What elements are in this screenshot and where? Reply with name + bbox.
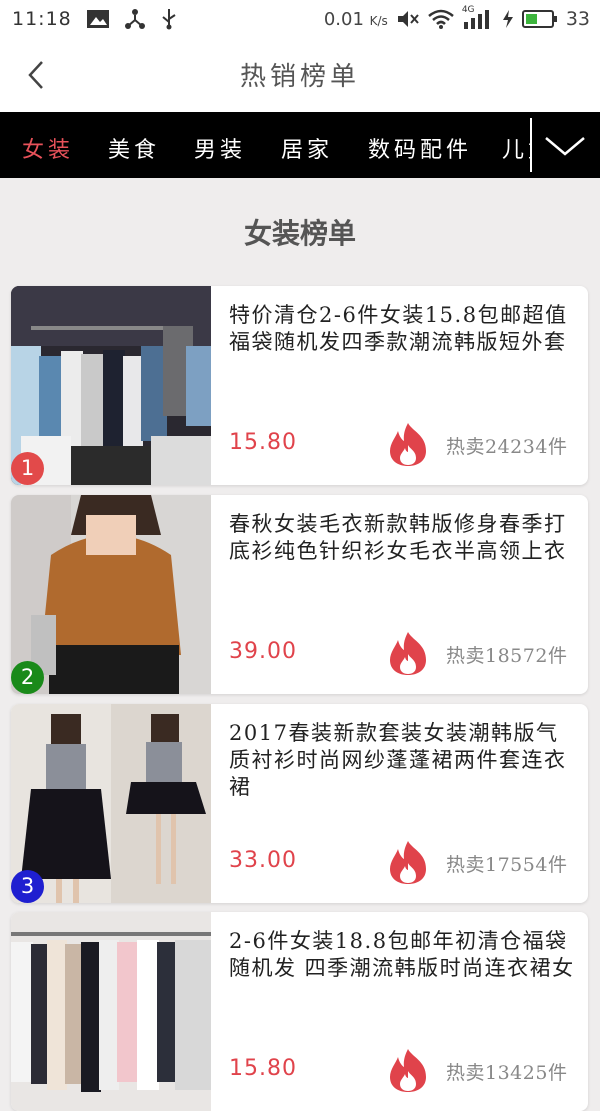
product-card[interactable]: 2-6件女装18.8包邮年初清仓福袋随机发 四季潮流韩版时尚连衣裙女 15.80… bbox=[11, 912, 588, 1111]
product-image: 1 bbox=[11, 286, 211, 485]
expand-tabs-button[interactable] bbox=[540, 126, 590, 166]
product-price: 39.00 bbox=[229, 639, 297, 664]
header: 热销榜单 bbox=[0, 38, 600, 112]
category-tab-bar: 女装 美食 男装 居家 数码配件 儿童 bbox=[0, 112, 600, 178]
product-title: 2017春装新款套装女装潮韩版气质衬衫时尚网纱蓬蓬裙两件套连衣裙 bbox=[229, 721, 567, 799]
fire-icon bbox=[390, 423, 426, 466]
product-card[interactable]: 3 2017春装新款套装女装潮韩版气质衬衫时尚网纱蓬蓬裙两件套连衣裙 33.00… bbox=[11, 704, 588, 903]
signal-icon: 4G bbox=[462, 5, 494, 30]
sold-count: 热卖18572件 bbox=[446, 645, 568, 667]
product-price: 33.00 bbox=[229, 848, 297, 873]
rank-badge: 3 bbox=[11, 870, 44, 903]
tab-men[interactable]: 男装 bbox=[194, 132, 246, 164]
tab-kids[interactable]: 儿童 bbox=[502, 132, 530, 164]
rank-badge: 2 bbox=[11, 661, 44, 694]
product-price: 15.80 bbox=[229, 430, 297, 455]
product-image: 2 bbox=[11, 495, 211, 694]
product-image: 3 bbox=[11, 704, 211, 903]
product-card[interactable]: 2 春秋女装毛衣新款韩版修身春季打底衫纯色针织衫女毛衣半高领上衣 39.00 热… bbox=[11, 495, 588, 694]
product-title: 特价清仓2-6件女装15.8包邮超值福袋随机发四季款潮流韩版短外套 bbox=[229, 303, 568, 354]
product-title: 2-6件女装18.8包邮年初清仓福袋随机发 四季潮流韩版时尚连衣裙女 bbox=[229, 929, 575, 980]
tab-women[interactable]: 女装 bbox=[22, 132, 74, 164]
status-time: 11:18 bbox=[12, 8, 72, 30]
tab-digital[interactable]: 数码配件 bbox=[368, 132, 472, 164]
sold-count: 热卖24234件 bbox=[446, 436, 568, 458]
tab-food[interactable]: 美食 bbox=[108, 132, 160, 164]
battery-icon bbox=[521, 10, 557, 28]
rank-badge: 1 bbox=[11, 452, 44, 485]
charging-icon bbox=[502, 10, 513, 28]
share-notification-icon bbox=[124, 9, 145, 29]
battery-level: 33 bbox=[565, 8, 590, 30]
gallery-notification-icon bbox=[86, 10, 109, 28]
fire-icon bbox=[390, 841, 426, 884]
tab-divider bbox=[530, 118, 532, 172]
product-title: 春秋女装毛衣新款韩版修身春季打底衫纯色针织衫女毛衣半高领上衣 bbox=[229, 512, 567, 563]
product-image bbox=[11, 912, 211, 1111]
product-card[interactable]: 1 特价清仓2-6件女装15.8包邮超值福袋随机发四季款潮流韩版短外套 15.8… bbox=[11, 286, 588, 485]
page-title: 热销榜单 bbox=[239, 62, 360, 92]
wifi-icon bbox=[428, 9, 454, 29]
tab-home[interactable]: 居家 bbox=[281, 132, 333, 164]
fire-icon bbox=[390, 632, 426, 675]
mute-icon bbox=[397, 11, 419, 27]
chevron-down-icon bbox=[545, 137, 585, 156]
network-speed: 0.01 K/s bbox=[323, 8, 388, 30]
sold-count: 热卖17554件 bbox=[446, 854, 568, 876]
sold-count: 热卖13425件 bbox=[446, 1062, 568, 1084]
status-bar: 11:18 0.01 K/s 4G 33 bbox=[0, 0, 600, 38]
product-price: 15.80 bbox=[229, 1056, 297, 1081]
fire-icon bbox=[390, 1049, 426, 1092]
usb-icon bbox=[162, 9, 176, 30]
section-title: 女装榜单 bbox=[243, 217, 356, 250]
